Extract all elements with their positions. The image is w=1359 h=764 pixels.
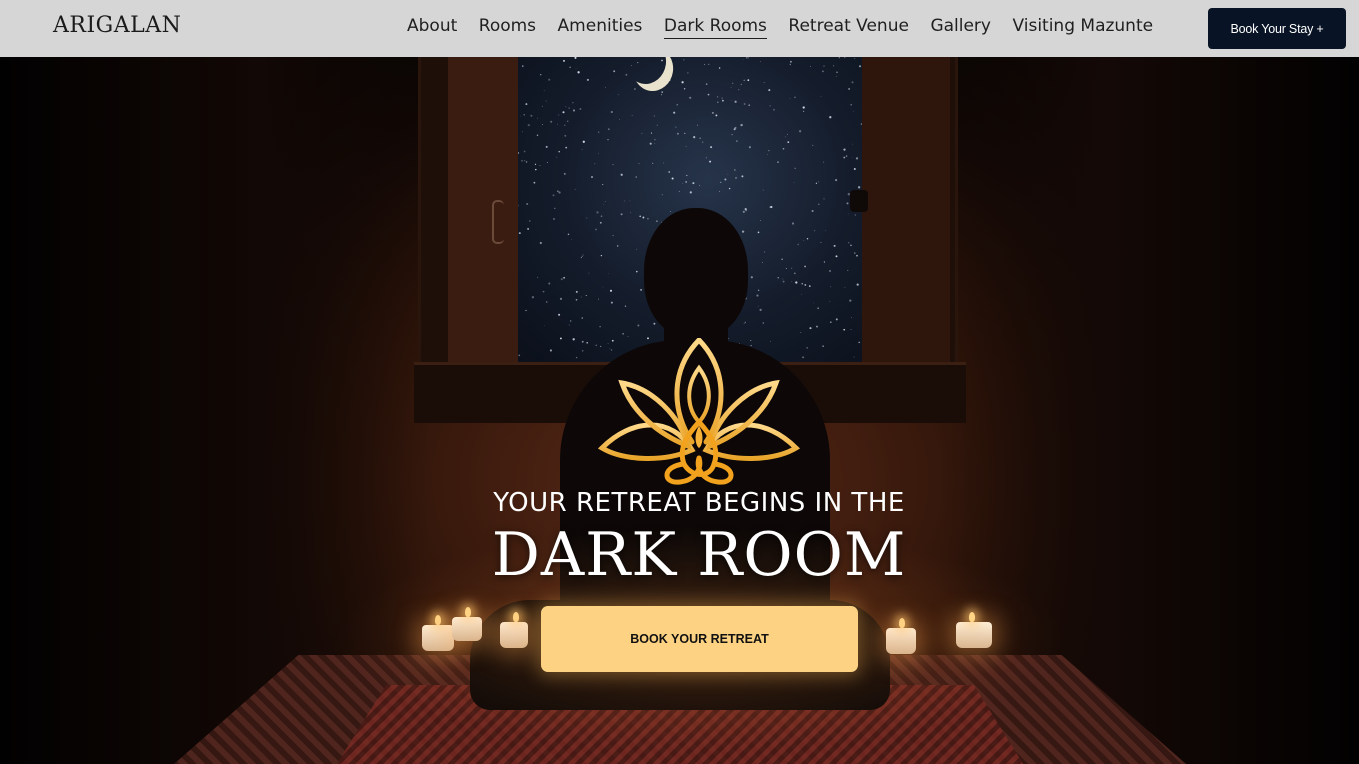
brand-logo[interactable]: ARIGALAN <box>53 13 181 38</box>
night-sky-window <box>518 57 862 362</box>
hero-headline: DARK ROOM <box>491 520 907 590</box>
nav-link-amenities[interactable]: Amenities <box>558 16 643 39</box>
candle <box>422 615 454 651</box>
book-your-stay-button[interactable]: Book Your Stay + <box>1208 8 1346 49</box>
nav-link-rooms[interactable]: Rooms <box>479 16 536 39</box>
nav-link-gallery[interactable]: Gallery <box>930 16 991 39</box>
rug-pattern <box>330 685 1030 764</box>
candle <box>452 607 482 641</box>
wall-shadow-right <box>939 0 1359 764</box>
candle <box>886 618 916 654</box>
book-your-retreat-button[interactable]: BOOK YOUR RETREAT <box>541 606 858 672</box>
window-casing-right <box>862 57 950 407</box>
window-latch <box>492 200 504 244</box>
top-navigation-bar: ARIGALAN About Rooms Amenities Dark Room… <box>0 0 1359 57</box>
candle <box>500 612 528 648</box>
nav-link-visiting-mazunte[interactable]: Visiting Mazunte <box>1012 16 1153 39</box>
lotus-meditation-icon <box>597 338 801 485</box>
stars <box>518 57 862 362</box>
wall-shadow-left <box>0 0 430 764</box>
hero-subheadline: YOUR RETREAT BEGINS IN THE <box>493 488 905 518</box>
meditating-person-head <box>644 208 748 338</box>
nav-link-retreat-venue[interactable]: Retreat Venue <box>788 16 909 39</box>
window-handle <box>850 190 868 212</box>
nav-link-about[interactable]: About <box>407 16 457 39</box>
window-casing-left <box>448 57 520 407</box>
nav-links: About Rooms Amenities Dark Rooms Retreat… <box>407 16 1175 39</box>
nav-link-dark-rooms[interactable]: Dark Rooms <box>663 16 767 39</box>
candle <box>956 612 992 648</box>
